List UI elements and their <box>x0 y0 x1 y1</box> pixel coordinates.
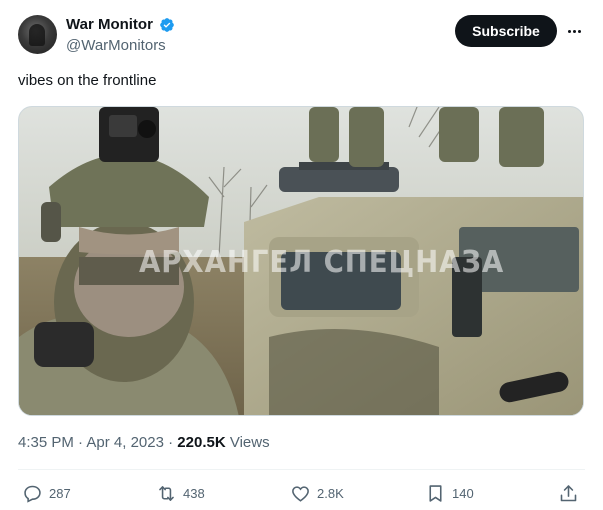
heart-icon <box>292 485 309 502</box>
display-name[interactable]: War Monitor <box>66 16 153 33</box>
post-card: War Monitor @WarMonitors Subscribe vibes… <box>0 0 603 510</box>
video-watermark: АРХАНГЕЛ СПЕЦНАЗА <box>139 245 505 280</box>
post-time[interactable]: 4:35 PM <box>18 434 74 451</box>
subscribe-button[interactable]: Subscribe <box>455 15 557 47</box>
avatar[interactable] <box>18 15 57 54</box>
like-count: 2.8K <box>317 485 344 501</box>
more-options-icon[interactable] <box>563 22 585 40</box>
share-icon <box>560 484 577 501</box>
bookmark-count: 140 <box>452 485 474 501</box>
reply-icon <box>24 485 41 503</box>
views-count: 220.5K <box>177 434 226 451</box>
bookmark-icon <box>429 484 442 502</box>
like-button[interactable]: 2.8K <box>290 482 344 504</box>
bookmark-button[interactable]: 140 <box>425 482 474 504</box>
reply-count: 287 <box>49 485 71 501</box>
post-text: vibes on the frontline <box>18 72 157 89</box>
repost-count: 438 <box>183 485 205 501</box>
handle[interactable]: @WarMonitors <box>66 37 166 54</box>
post-metadata: 4:35 PM · Apr 4, 2023 · 220.5K Views <box>18 434 270 451</box>
divider <box>18 469 585 470</box>
post-date[interactable]: Apr 4, 2023 <box>86 434 164 451</box>
views-label: Views <box>229 434 270 451</box>
verified-badge-icon <box>160 18 174 32</box>
reply-button[interactable]: 287 <box>22 482 71 504</box>
share-button[interactable] <box>558 482 579 504</box>
repost-button[interactable]: 438 <box>156 482 205 504</box>
repost-icon <box>159 485 174 501</box>
video-thumbnail[interactable]: АРХАНГЕЛ СПЕЦНАЗА <box>18 106 584 416</box>
